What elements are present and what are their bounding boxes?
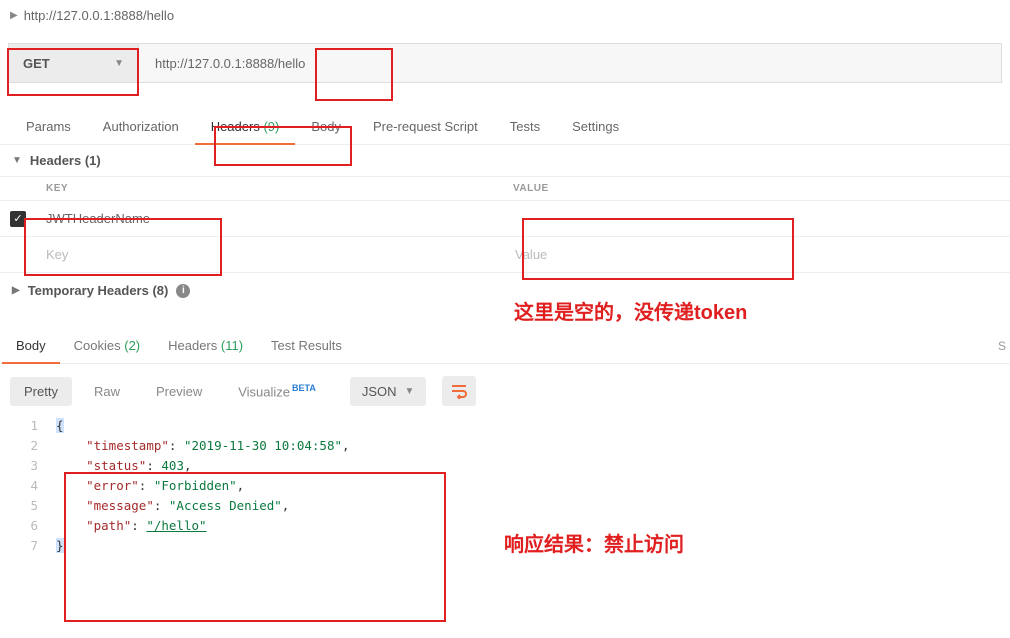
view-pretty[interactable]: Pretty [10,377,72,406]
line-gutter: 1 2 3 4 5 6 7 [0,416,56,556]
caret-right-icon: ▶ [10,10,18,21]
http-method-select[interactable]: GET ▼ [9,44,139,82]
view-visualize-label: Visualize [238,384,290,399]
resp-tab-cookies[interactable]: Cookies (2) [60,328,154,363]
view-raw[interactable]: Raw [80,377,134,406]
headers-section-toggle[interactable]: ▼ Headers (1) [0,145,1010,176]
chevron-down-icon: ▼ [12,155,22,166]
http-method-label: GET [23,56,50,71]
kv-col-key: KEY [0,177,505,200]
temporary-headers-label: Temporary Headers (8) [28,283,169,298]
resp-tab-cookies-label: Cookies [74,338,121,353]
request-summary-url: http://127.0.0.1:8888/hello [24,8,174,23]
caret-right-icon: ▶ [12,285,20,296]
view-visualize[interactable]: VisualizeBETA [224,376,330,406]
resp-tab-headers-count: (11) [221,338,243,353]
wrap-toggle-button[interactable] [442,376,476,406]
header-row-new: Key Value [0,237,1010,273]
resp-tab-headers[interactable]: Headers (11) [154,328,257,363]
beta-badge: BETA [292,383,316,393]
response-format-select[interactable]: JSON ▼ [350,377,427,406]
resp-tab-headers-label: Headers [168,338,217,353]
tab-headers[interactable]: Headers (9) [195,109,296,144]
response-toolbar: Pretty Raw Preview VisualizeBETA JSON ▼ [0,364,1010,414]
header-row-checkbox[interactable]: ✓ [0,211,36,227]
tab-prerequest[interactable]: Pre-request Script [357,109,494,144]
kv-header-row: KEY VALUE [0,176,1010,201]
brace-close: } [56,538,64,553]
resp-status-truncated: S [998,339,1006,353]
header-value-placeholder[interactable]: Value [505,239,1010,270]
header-value-input[interactable] [505,211,1010,227]
headers-section-label: Headers (1) [30,153,101,168]
brace-open: { [56,418,64,433]
chevron-down-icon: ▼ [114,58,124,69]
header-row: ✓ JWTHeaderName [0,201,1010,237]
resp-tab-body[interactable]: Body [2,328,60,363]
view-preview[interactable]: Preview [142,377,216,406]
info-icon[interactable]: i [176,284,190,298]
wrap-icon [450,383,468,399]
request-url-input[interactable] [139,44,1001,82]
request-tabs: Params Authorization Headers (9) Body Pr… [0,109,1010,145]
response-body[interactable]: 1 2 3 4 5 6 7 { "timestamp": "2019-11-30… [0,414,1010,556]
response-tabs: Body Cookies (2) Headers (11) Test Resul… [0,328,1010,364]
resp-tab-cookies-count: (2) [124,338,140,353]
tab-headers-label: Headers [211,119,260,134]
temporary-headers-toggle[interactable]: ▶ Temporary Headers (8) i [0,273,1010,308]
request-bar: GET ▼ [8,43,1002,83]
kv-col-value: VALUE [505,177,1010,200]
tab-settings[interactable]: Settings [556,109,635,144]
check-icon: ✓ [10,211,26,227]
tab-authorization[interactable]: Authorization [87,109,195,144]
tab-headers-count: (9) [263,119,279,134]
tab-params[interactable]: Params [10,109,87,144]
code-area[interactable]: { "timestamp": "2019-11-30 10:04:58", "s… [56,416,1010,556]
tab-body[interactable]: Body [295,109,357,144]
request-summary-row[interactable]: ▶ http://127.0.0.1:8888/hello [0,0,1010,31]
header-key-input[interactable]: JWTHeaderName [36,203,505,234]
response-format-label: JSON [362,384,397,399]
resp-tab-test-results[interactable]: Test Results [257,328,356,363]
chevron-down-icon: ▼ [405,386,415,397]
tab-tests[interactable]: Tests [494,109,556,144]
header-key-placeholder[interactable]: Key [36,239,505,270]
